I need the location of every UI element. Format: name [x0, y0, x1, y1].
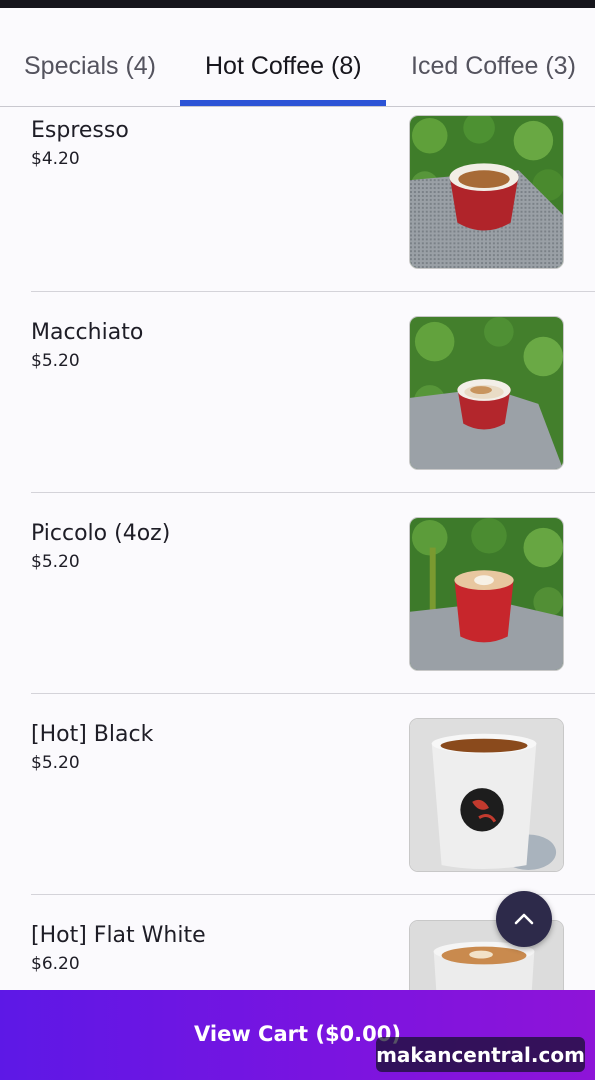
item-name: Macchiato: [31, 320, 144, 345]
tab-hot-coffee[interactable]: Hot Coffee (8): [205, 52, 362, 81]
item-name: [Hot] Flat White: [31, 923, 206, 948]
tab-iced-coffee[interactable]: Iced Coffee (3): [411, 52, 576, 81]
piccolo-photo: [410, 518, 563, 670]
item-photo[interactable]: [409, 517, 564, 671]
status-bar: [0, 0, 595, 8]
espresso-photo: [410, 116, 563, 268]
menu-item-piccolo[interactable]: Piccolo (4oz) $5.20: [31, 493, 595, 694]
menu-item-espresso[interactable]: Espresso $4.20: [31, 108, 595, 292]
category-tabs: Specials (4) Hot Coffee (8) Iced Coffee …: [0, 8, 595, 107]
chevron-up-icon: [512, 907, 536, 931]
item-price: $5.20: [31, 351, 80, 371]
menu-item-macchiato[interactable]: Macchiato $5.20: [31, 292, 595, 493]
item-photo[interactable]: [409, 316, 564, 470]
item-price: $4.20: [31, 149, 80, 169]
item-name: Piccolo (4oz): [31, 521, 171, 546]
item-price: $5.20: [31, 753, 80, 773]
view-cart-label: View Cart ($0.00): [194, 1022, 401, 1046]
item-name: Espresso: [31, 118, 129, 143]
item-price: $5.20: [31, 552, 80, 572]
item-name: [Hot] Black: [31, 722, 154, 747]
active-tab-indicator: [180, 100, 386, 106]
watermark: makancentral.com: [376, 1037, 585, 1072]
item-price: $6.20: [31, 954, 80, 974]
tab-specials[interactable]: Specials (4): [24, 52, 156, 81]
scroll-to-top-button[interactable]: [496, 891, 552, 947]
item-photo[interactable]: [409, 718, 564, 872]
macchiato-photo: [410, 317, 563, 469]
item-photo[interactable]: [409, 115, 564, 269]
menu-list[interactable]: Espresso $4.20 Macchiato $5.20 Piccolo (…: [0, 108, 595, 990]
hot-black-photo: [410, 719, 563, 871]
menu-item-hot-black[interactable]: [Hot] Black $5.20: [31, 694, 595, 895]
